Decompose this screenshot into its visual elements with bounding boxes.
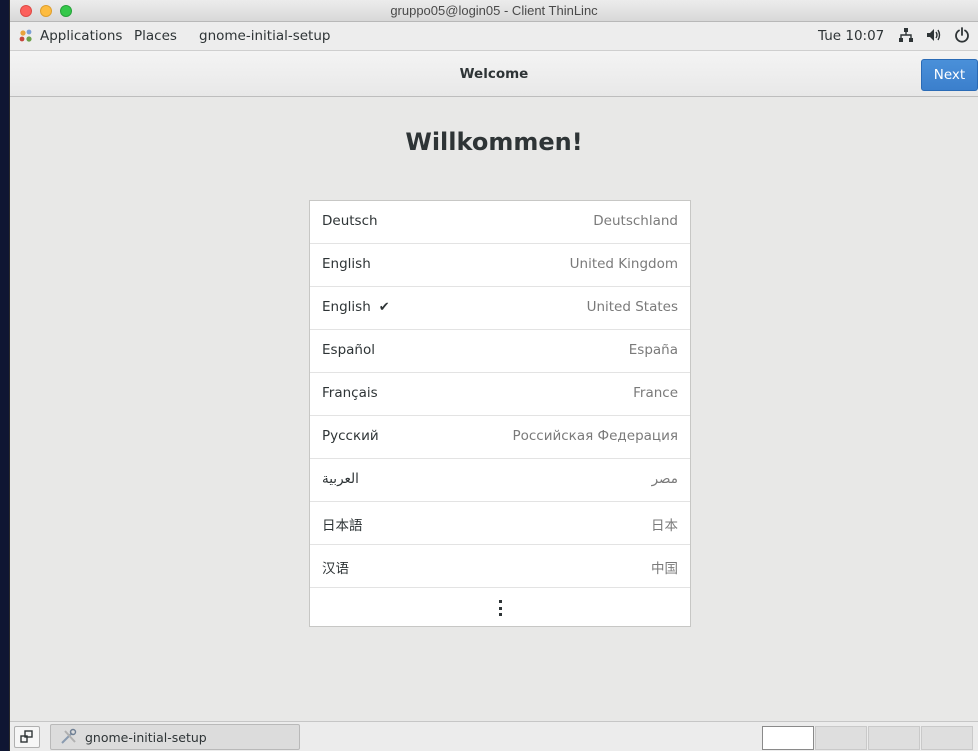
- language-region: United Kingdom: [569, 256, 678, 272]
- language-row-russian[interactable]: Русский Российская Федерация: [310, 416, 690, 459]
- more-languages-button[interactable]: [310, 588, 690, 626]
- workspace-switcher[interactable]: [762, 726, 974, 750]
- page-title: Welcome: [459, 66, 529, 82]
- language-name: Français: [322, 385, 378, 401]
- places-label: Places: [134, 28, 177, 44]
- welcome-heading: Willkommen!: [405, 128, 583, 156]
- show-desktop-icon: [20, 730, 33, 743]
- applications-icon: [18, 28, 34, 44]
- more-icon: [498, 600, 502, 616]
- language-row-francais[interactable]: Français France: [310, 373, 690, 416]
- language-region: Российская Федерация: [512, 428, 678, 444]
- host-window-titlebar: gruppo05@login05 - Client ThinLinc: [10, 0, 978, 22]
- language-region: 中国: [651, 561, 678, 577]
- language-row-deutsch[interactable]: Deutsch Deutschland: [310, 201, 690, 244]
- language-name: العربية: [322, 471, 359, 487]
- window-title: gruppo05@login05 - Client ThinLinc: [390, 3, 598, 18]
- language-region: مصر: [651, 471, 678, 487]
- taskbar-window-label: gnome-initial-setup: [85, 730, 207, 745]
- language-list: Deutsch Deutschland English United Kingd…: [309, 200, 691, 627]
- power-icon[interactable]: [954, 27, 970, 47]
- workspace-3[interactable]: [868, 726, 920, 750]
- language-region: España: [628, 342, 678, 358]
- language-name: 日本語: [322, 518, 363, 534]
- language-row-espanol[interactable]: Español España: [310, 330, 690, 373]
- language-name: 汉语: [322, 561, 349, 577]
- language-region: Deutschland: [593, 213, 678, 229]
- app-menu-label: gnome-initial-setup: [199, 28, 331, 44]
- setup-tools-icon: [61, 728, 77, 744]
- language-row-english-us[interactable]: English ✔ United States: [310, 287, 690, 330]
- language-name: Deutsch: [322, 213, 378, 229]
- top-bar: Applications Places gnome-initial-setup …: [10, 22, 978, 51]
- desktop-edge: [0, 0, 10, 751]
- system-tray[interactable]: [898, 27, 970, 47]
- language-row-arabic[interactable]: العربية مصر: [310, 459, 690, 502]
- volume-icon[interactable]: [926, 27, 942, 47]
- check-icon: ✔: [378, 300, 390, 315]
- network-icon[interactable]: [898, 27, 914, 47]
- bottom-panel: gnome-initial-setup: [10, 721, 978, 751]
- language-row-english-uk[interactable]: English United Kingdom: [310, 244, 690, 287]
- show-desktop-button[interactable]: [14, 726, 40, 748]
- places-menu[interactable]: Places: [134, 28, 177, 44]
- language-row-chinese[interactable]: 汉语 中国: [310, 545, 690, 588]
- next-button[interactable]: Next: [921, 59, 978, 91]
- language-region: France: [633, 385, 678, 401]
- language-region: United States: [586, 299, 678, 315]
- language-row-japanese[interactable]: 日本語 日本: [310, 502, 690, 545]
- language-name: Español: [322, 342, 375, 358]
- language-region: 日本: [651, 518, 678, 534]
- header-bar: Welcome Next: [10, 51, 978, 97]
- workspace-2[interactable]: [815, 726, 867, 750]
- app-menu[interactable]: gnome-initial-setup: [199, 28, 330, 44]
- language-name: English: [322, 299, 371, 315]
- clock[interactable]: Tue 10:07: [818, 28, 884, 44]
- language-name: English: [322, 256, 371, 272]
- workspace-1[interactable]: [762, 726, 814, 750]
- applications-menu[interactable]: Applications: [18, 28, 122, 44]
- workspace-4[interactable]: [921, 726, 973, 750]
- applications-label: Applications: [40, 28, 123, 44]
- language-name: Русский: [322, 428, 379, 444]
- main-content: Willkommen! Deutsch Deutschland English …: [10, 97, 978, 721]
- taskbar-window-button[interactable]: gnome-initial-setup: [50, 724, 300, 750]
